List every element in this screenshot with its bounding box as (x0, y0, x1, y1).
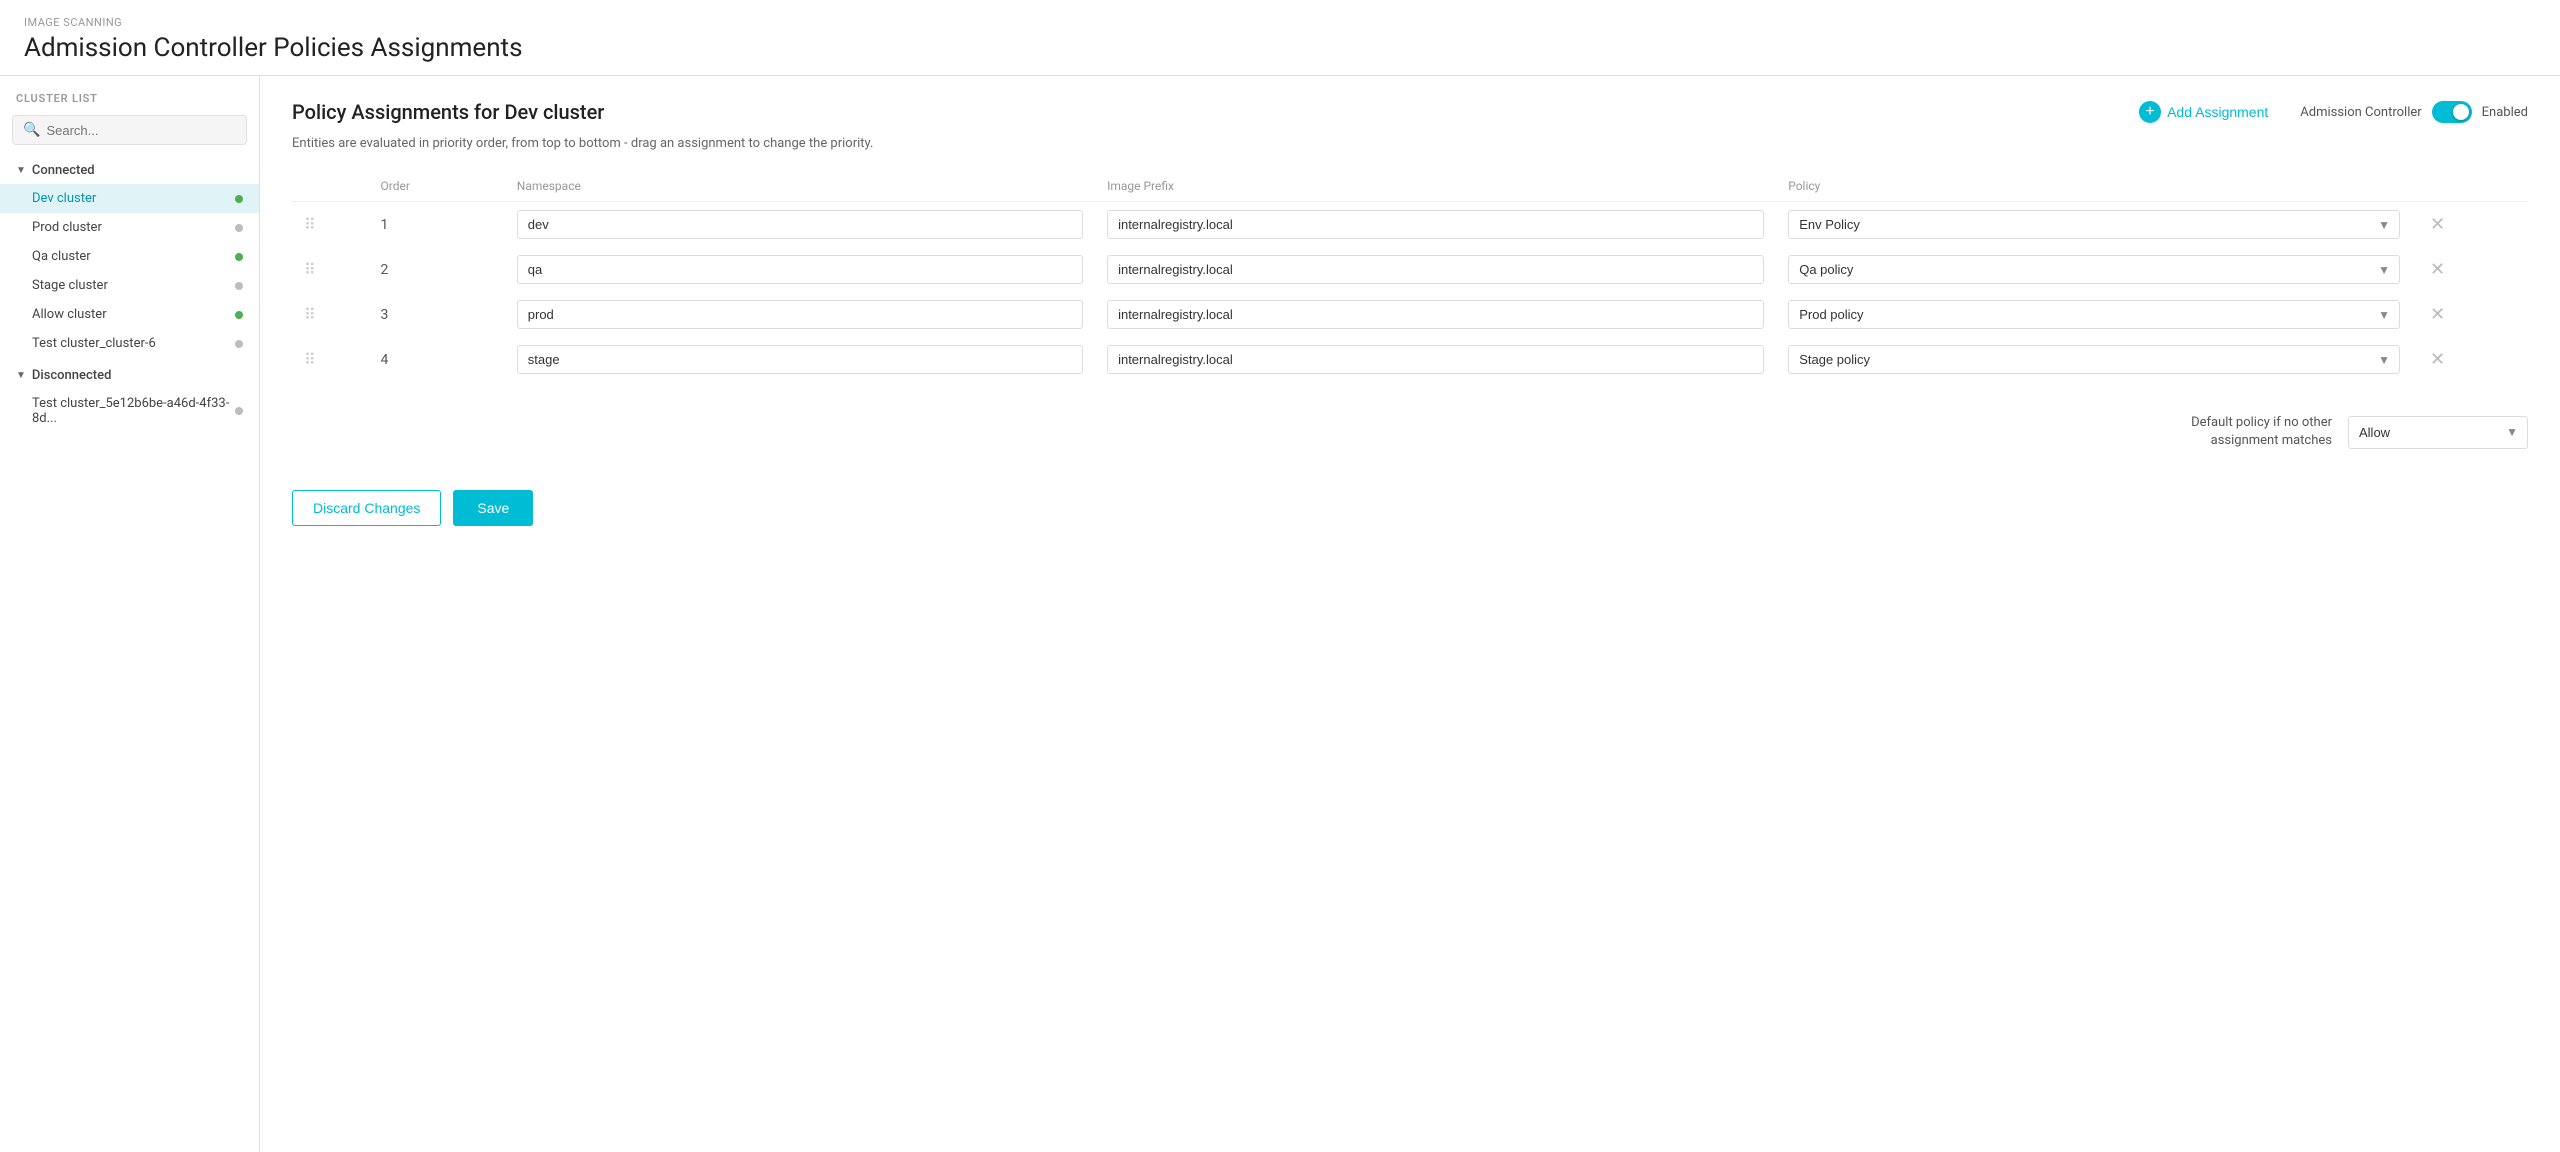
order-number: 4 (381, 352, 389, 368)
page-title: Admission Controller Policies Assignment… (24, 33, 2536, 63)
cluster-name-qa: Qa cluster (32, 249, 91, 264)
cluster-item-test6[interactable]: Test cluster_cluster-6 (0, 329, 259, 358)
policy-select-wrap: Stage policy Env Policy Qa policy Prod p… (1788, 345, 2400, 374)
toggle-thumb (2453, 104, 2469, 120)
policy-select[interactable]: Qa policy Env Policy Qa policy Prod poli… (1788, 255, 2400, 284)
policy-select-wrap: Env Policy Env Policy Qa policy Prod pol… (1788, 210, 2400, 239)
chevron-down-icon: ▼ (16, 165, 26, 176)
cluster-name-dev: Dev cluster (32, 191, 96, 206)
discard-changes-button[interactable]: Discard Changes (292, 490, 441, 526)
page-header: IMAGE SCANNING Admission Controller Poli… (0, 0, 2560, 76)
add-assignment-button[interactable]: + Add Assignment (2139, 101, 2268, 123)
search-icon: 🔍 (23, 122, 40, 138)
cluster-name-stage: Stage cluster (32, 278, 108, 293)
th-action (2412, 171, 2528, 202)
cluster-name-allow: Allow cluster (32, 307, 107, 322)
content-title: Policy Assignments for Dev cluster (292, 100, 2139, 124)
toggle-enabled-label: Enabled (2482, 105, 2528, 120)
remove-row-button[interactable]: ✕ (2424, 347, 2451, 372)
remove-row-button[interactable]: ✕ (2424, 212, 2451, 237)
sidebar: CLUSTER LIST 🔍 ▼ Connected Dev cluster P… (0, 76, 260, 1152)
main-layout: CLUSTER LIST 🔍 ▼ Connected Dev cluster P… (0, 76, 2560, 1152)
app-container: IMAGE SCANNING Admission Controller Poli… (0, 0, 2560, 1152)
drag-handle[interactable]: ⠿ (304, 350, 314, 369)
drag-handle[interactable]: ⠿ (304, 215, 314, 234)
save-button[interactable]: Save (453, 490, 533, 526)
th-prefix: Image Prefix (1095, 171, 1776, 202)
default-policy-row: Default policy if no other assignment ma… (292, 414, 2528, 450)
policy-select-wrap: Qa policy Env Policy Qa policy Prod poli… (1788, 255, 2400, 284)
sidebar-section-label: CLUSTER LIST (0, 92, 259, 115)
footer-actions: Discard Changes Save (292, 482, 2528, 526)
chevron-down-icon-disconnected: ▼ (16, 370, 26, 381)
policy-select[interactable]: Env Policy Env Policy Qa policy Prod pol… (1788, 210, 2400, 239)
cluster-name-prod: Prod cluster (32, 220, 102, 235)
cluster-dot-qa (235, 253, 243, 261)
namespace-input[interactable] (517, 255, 1083, 284)
th-namespace: Namespace (505, 171, 1095, 202)
order-number: 1 (381, 217, 389, 233)
remove-row-button[interactable]: ✕ (2424, 257, 2451, 282)
main-content: Policy Assignments for Dev cluster + Add… (260, 76, 2560, 1152)
group-label-disconnected: Disconnected (32, 368, 112, 383)
table-row: ⠿ 4 Stage policy Env Policy Qa policy Pr… (292, 337, 2528, 382)
drag-handle[interactable]: ⠿ (304, 260, 314, 279)
policy-select[interactable]: Prod policy Env Policy Qa policy Prod po… (1788, 300, 2400, 329)
breadcrumb: IMAGE SCANNING (24, 16, 2536, 29)
cluster-group-connected: ▼ Connected Dev cluster Prod cluster Qa … (0, 157, 259, 358)
assignments-table: Order Namespace Image Prefix Policy ⠿ 1 (292, 171, 2528, 382)
search-box[interactable]: 🔍 (12, 115, 247, 145)
default-policy-label: Default policy if no other assignment ma… (2132, 414, 2332, 450)
cluster-dot-test6 (235, 340, 243, 348)
toggle-switch[interactable] (2432, 101, 2472, 123)
table-row: ⠿ 2 Qa policy Env Policy Qa policy Prod … (292, 247, 2528, 292)
group-header-disconnected[interactable]: ▼ Disconnected (0, 362, 259, 389)
cluster-dot-dev (235, 195, 243, 203)
image-prefix-input[interactable] (1107, 345, 1764, 374)
table-row: ⠿ 3 Prod policy Env Policy Qa policy Pro… (292, 292, 2528, 337)
cluster-item-prod[interactable]: Prod cluster (0, 213, 259, 242)
cluster-dot-allow (235, 311, 243, 319)
add-assignment-label: Add Assignment (2167, 104, 2268, 120)
image-prefix-input[interactable] (1107, 255, 1764, 284)
remove-row-button[interactable]: ✕ (2424, 302, 2451, 327)
admission-controller-label: Admission Controller (2300, 105, 2421, 120)
image-prefix-input[interactable] (1107, 210, 1764, 239)
default-policy-select[interactable]: Allow Deny (2348, 416, 2528, 449)
cluster-dot-disconnected1 (235, 407, 243, 415)
policy-select-wrap: Prod policy Env Policy Qa policy Prod po… (1788, 300, 2400, 329)
subtitle: Entities are evaluated in priority order… (292, 136, 2528, 151)
th-drag (292, 171, 369, 202)
content-header: Policy Assignments for Dev cluster + Add… (292, 100, 2528, 124)
namespace-input[interactable] (517, 210, 1083, 239)
cluster-item-allow[interactable]: Allow cluster (0, 300, 259, 329)
th-policy: Policy (1776, 171, 2412, 202)
cluster-dot-prod (235, 224, 243, 232)
image-prefix-input[interactable] (1107, 300, 1764, 329)
table-row: ⠿ 1 Env Policy Env Policy Qa policy Prod… (292, 202, 2528, 248)
search-input[interactable] (46, 123, 236, 138)
toggle-track (2432, 101, 2472, 123)
group-header-connected[interactable]: ▼ Connected (0, 157, 259, 184)
namespace-input[interactable] (517, 345, 1083, 374)
policy-select[interactable]: Stage policy Env Policy Qa policy Prod p… (1788, 345, 2400, 374)
cluster-dot-stage (235, 282, 243, 290)
group-label-connected: Connected (32, 163, 95, 178)
default-policy-select-wrap: Allow Deny ▼ (2348, 416, 2528, 449)
th-order: Order (369, 171, 505, 202)
cluster-name-test6: Test cluster_cluster-6 (32, 336, 156, 351)
cluster-item-stage[interactable]: Stage cluster (0, 271, 259, 300)
cluster-item-qa[interactable]: Qa cluster (0, 242, 259, 271)
drag-handle[interactable]: ⠿ (304, 305, 314, 324)
order-number: 2 (381, 262, 389, 278)
namespace-input[interactable] (517, 300, 1083, 329)
cluster-item-dev[interactable]: Dev cluster (0, 184, 259, 213)
order-number: 3 (381, 307, 389, 323)
add-icon: + (2139, 101, 2161, 123)
cluster-name-disconnected1: Test cluster_5e12b6be-a46d-4f33-8d... (32, 396, 235, 426)
admission-controller-toggle: Admission Controller Enabled (2300, 101, 2528, 123)
cluster-group-disconnected: ▼ Disconnected Test cluster_5e12b6be-a46… (0, 362, 259, 433)
cluster-item-disconnected1[interactable]: Test cluster_5e12b6be-a46d-4f33-8d... (0, 389, 259, 433)
